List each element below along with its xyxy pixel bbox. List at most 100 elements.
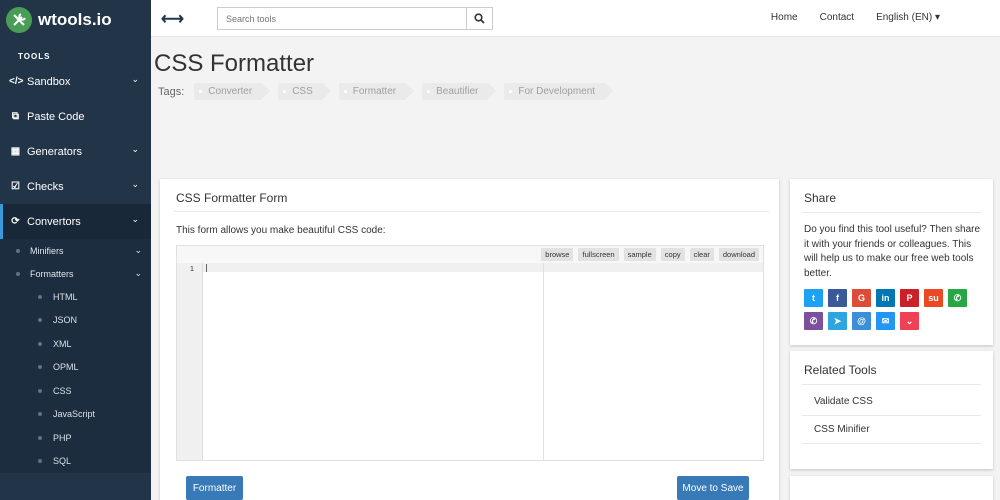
move-to-save-button[interactable]: Move to Save <box>677 476 749 500</box>
tag-css[interactable]: CSS <box>278 83 331 100</box>
related-item-validate-css[interactable]: Validate CSS <box>802 388 981 416</box>
tag-for-development[interactable]: For Development <box>504 83 613 100</box>
language-dropdown[interactable]: English (EN) ▾ <box>876 12 940 23</box>
sidebar-leaf-javascript[interactable]: JavaScript <box>0 403 151 427</box>
active-line <box>544 263 763 272</box>
bullet-icon <box>38 318 42 323</box>
bullet-icon <box>16 271 20 276</box>
tags: Tags: Converter CSS Formatter Beautifier… <box>158 83 613 100</box>
messenger-icon[interactable]: ✉ <box>876 312 895 330</box>
text-cursor <box>206 264 207 272</box>
sidebar-item-paste-code[interactable]: ⧉ Paste Code <box>0 99 151 134</box>
search-button[interactable] <box>466 8 492 29</box>
additional-panel <box>790 476 993 500</box>
panel-title: CSS Formatter Form <box>176 191 288 205</box>
twitter-icon[interactable]: t <box>804 289 823 307</box>
chevron-down-icon: ⌄ <box>131 74 139 84</box>
sidebar-section-header: TOOLS <box>18 52 51 61</box>
tag-beautifier[interactable]: Beautifier <box>422 83 497 100</box>
search-icon <box>474 13 485 24</box>
divider <box>174 211 769 212</box>
sidebar-item-checks[interactable]: ☑ Checks ⌄ <box>0 169 151 204</box>
related-tools-panel: Related Tools Validate CSS CSS Minifier <box>790 351 993 469</box>
sidebar-leaf-css[interactable]: CSS <box>0 379 151 403</box>
chevron-down-icon: ⌄ <box>131 214 139 224</box>
search-box <box>217 7 493 30</box>
sample-button[interactable]: sample <box>623 248 656 261</box>
whatsapp-icon[interactable]: ✆ <box>948 289 967 307</box>
social-row: t f Gin Psu ✆ <box>804 289 972 307</box>
google-plus-icon[interactable]: G <box>852 289 871 307</box>
sidebar-subitem-formatters[interactable]: Formatters ⌄ <box>0 262 151 285</box>
calculator-icon: ▦ <box>10 146 21 157</box>
pinterest-icon[interactable]: P <box>900 289 919 307</box>
sidebar-leaf-label: OPML <box>53 362 79 373</box>
sidebar-item-sandbox[interactable]: </> Sandbox ⌄ <box>0 64 151 99</box>
bullet-icon <box>38 341 42 346</box>
refresh-icon: ⟳ <box>11 216 20 227</box>
sidebar-leaf-label: CSS <box>53 385 72 396</box>
sidebar-subitem-label: Formatters <box>30 268 74 279</box>
sidebar-item-label: Sandbox <box>27 75 71 88</box>
sidebar-leaf-opml[interactable]: OPML <box>0 356 151 380</box>
sidebar-toggle-icon[interactable]: ⟷ <box>161 9 184 29</box>
download-button[interactable]: download <box>718 248 759 261</box>
formatter-button[interactable]: Formatter <box>186 476 243 500</box>
pocket-icon[interactable]: ⌄ <box>900 312 919 330</box>
line-gutter: 1 <box>177 263 203 460</box>
sidebar-leaf-label: XML <box>53 338 72 349</box>
brand[interactable]: wtools.io <box>0 0 151 40</box>
sidebar-item-convertors[interactable]: ⟳ Convertors ⌄ <box>0 204 151 239</box>
tags-label: Tags: <box>158 85 185 98</box>
copy-button[interactable]: copy <box>660 248 685 261</box>
sidebar: wtools.io TOOLS </> Sandbox ⌄ ⧉ Paste Co… <box>0 0 151 500</box>
paste-icon: ⧉ <box>11 111 20 122</box>
sidebar-leaf-json[interactable]: JSON <box>0 309 151 333</box>
sidebar-leaf-label: SQL <box>53 456 72 467</box>
tag-converter[interactable]: Converter <box>194 83 271 100</box>
share-panel: Share Do you find this tool useful? Then… <box>790 179 993 345</box>
checkbox-icon: ☑ <box>11 181 20 192</box>
brand-name: wtools.io <box>38 10 112 29</box>
top-nav: Home Contact English (EN) ▾ <box>749 12 940 23</box>
stumbleupon-icon[interactable]: su <box>924 289 943 307</box>
code-editor: browse fullscreen sample copy clear down… <box>176 245 764 461</box>
sidebar-leaf-label: JSON <box>53 315 78 326</box>
linkedin-icon[interactable]: in <box>876 289 895 307</box>
formatter-form-panel: CSS Formatter Form This form allows you … <box>160 179 779 500</box>
clear-button[interactable]: clear <box>689 248 714 261</box>
facebook-icon[interactable]: f <box>828 289 847 307</box>
sidebar-leaf-sql[interactable]: SQL <box>0 450 151 474</box>
nav-home-link[interactable]: Home <box>771 12 798 23</box>
bullet-icon <box>38 412 42 417</box>
css-input-area[interactable] <box>203 263 544 460</box>
tag-formatter[interactable]: Formatter <box>338 83 415 100</box>
sidebar-leaf-xml[interactable]: XML <box>0 332 151 356</box>
page-title: CSS Formatter <box>154 50 315 77</box>
related-item-css-minifier[interactable]: CSS Minifier <box>802 416 981 444</box>
sidebar-item-generators[interactable]: ▦ Generators ⌄ <box>0 134 151 169</box>
sidebar-item-label: Paste Code <box>27 110 85 123</box>
divider <box>802 212 981 213</box>
sidebar-item-label: Convertors <box>27 215 81 228</box>
sidebar-leaf-label: PHP <box>53 432 72 443</box>
sidebar-item-label: Generators <box>27 145 83 158</box>
email-icon[interactable]: @ <box>852 312 871 330</box>
sidebar-subitem-minifiers[interactable]: Minifiers ⌄ <box>0 239 151 262</box>
telegram-icon[interactable]: ➤ <box>828 312 847 330</box>
nav-contact-link[interactable]: Contact <box>820 12 854 23</box>
sidebar-leaf-html[interactable]: HTML <box>0 285 151 309</box>
browse-button[interactable]: browse <box>541 248 574 261</box>
chevron-down-icon: ⌄ <box>131 179 139 189</box>
css-output-area[interactable] <box>544 263 763 460</box>
sidebar-leaf-php[interactable]: PHP <box>0 426 151 450</box>
topbar: ⟷ Home Contact English (EN) ▾ <box>151 0 1000 37</box>
related-title: Related Tools <box>804 363 877 377</box>
viber-icon[interactable]: ✆ <box>804 312 823 330</box>
search-input[interactable] <box>218 8 466 29</box>
share-title: Share <box>804 191 837 205</box>
bullet-icon <box>16 248 20 253</box>
fullscreen-button[interactable]: fullscreen <box>578 248 619 261</box>
editor-body: 1 <box>177 263 763 460</box>
sidebar-item-label: Checks <box>27 180 64 193</box>
